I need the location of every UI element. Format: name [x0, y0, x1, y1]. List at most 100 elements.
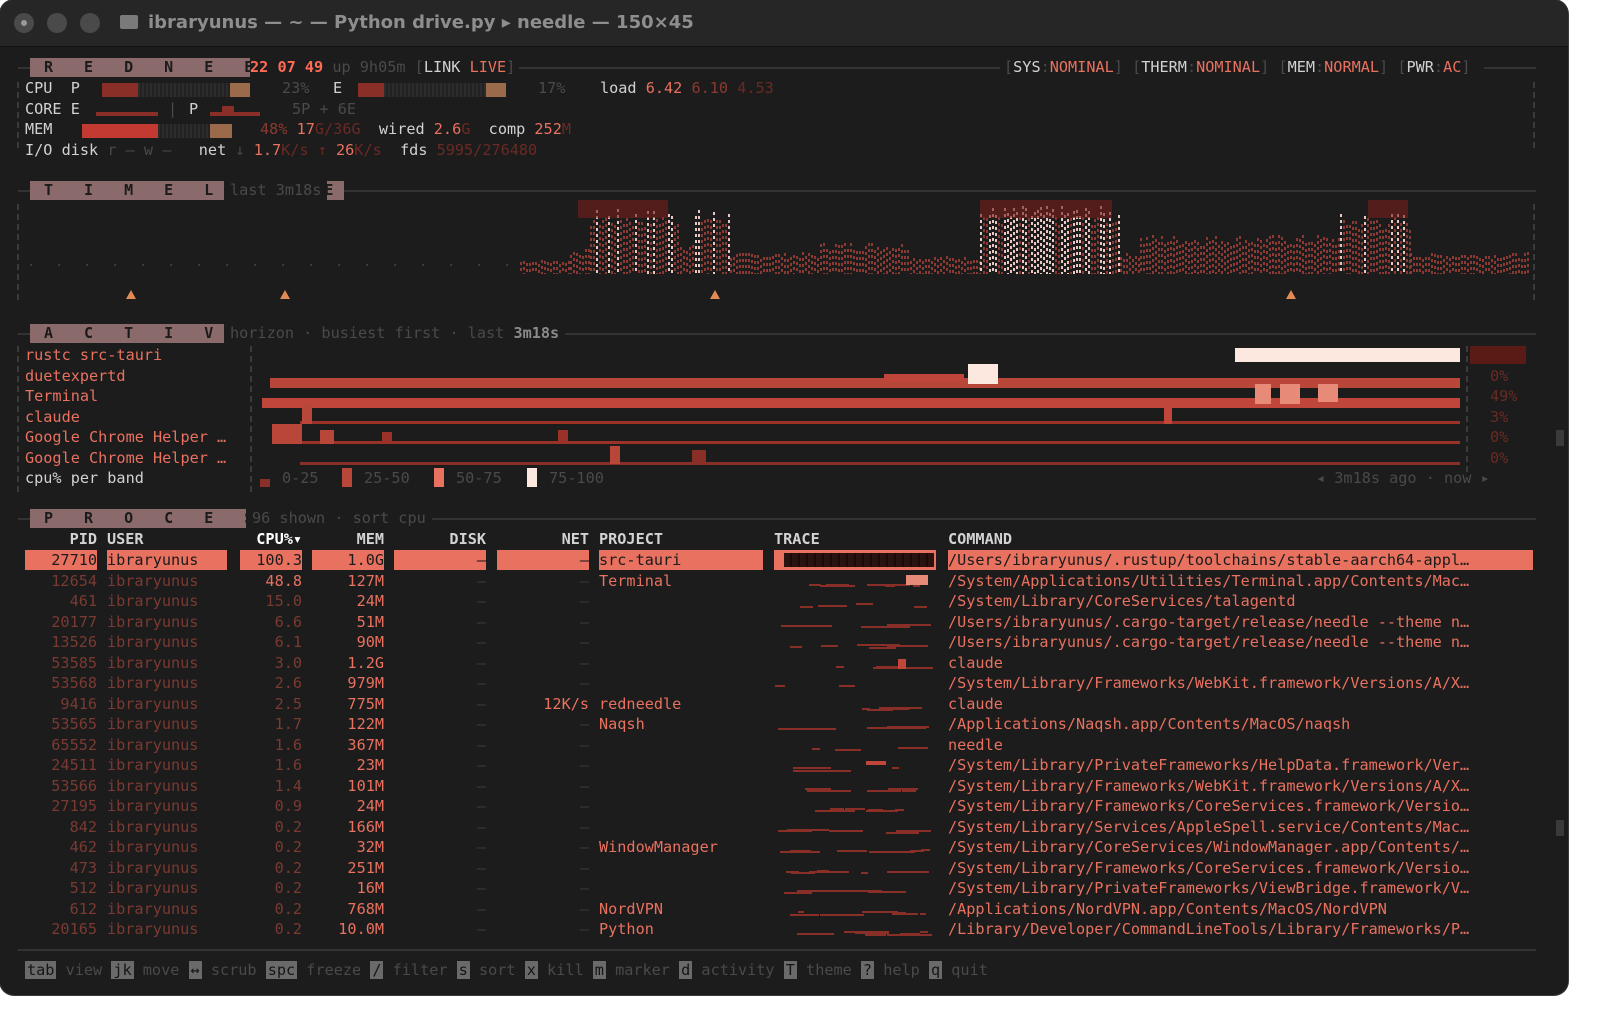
- column-header-net[interactable]: NET: [497, 529, 589, 549]
- scrollbar-thumb[interactable]: [1556, 820, 1564, 836]
- timeline-column: [1394, 217, 1396, 274]
- timeline-column: [535, 262, 537, 274]
- column-header-trace[interactable]: TRACE: [774, 529, 936, 549]
- table-row[interactable]: 27195 ibraryunus 0.9 24M – – /System/Library/F…: [0, 796, 1540, 816]
- cell-cpu: 1.7: [274, 715, 302, 733]
- column-header-pid[interactable]: PID: [25, 529, 97, 549]
- cell-project: redneedle: [599, 694, 682, 713]
- activity-process-name[interactable]: Terminal: [25, 386, 98, 406]
- activity-process-name[interactable]: claude: [25, 407, 80, 427]
- activity-process-name[interactable]: duetexpertd: [25, 366, 126, 386]
- key-help[interactable]: ?: [860, 961, 875, 979]
- table-row[interactable]: 473 ibraryunus 0.2 251M – – /System/Library/Fr…: [0, 858, 1540, 878]
- trace-segment: [784, 892, 812, 894]
- time-hint: ◂ 3m18s ago · now ▸: [1316, 469, 1490, 487]
- timeline-column: [865, 246, 867, 274]
- timeline-dot: [58, 264, 60, 266]
- timeline-column: [1149, 243, 1151, 274]
- table-row[interactable]: 512 ibraryunus 0.2 16M – – /System/Library/Pri…: [0, 878, 1540, 898]
- timeline-column: [1491, 259, 1493, 274]
- table-row[interactable]: 461 ibraryunus 15.0 24M – – /System/Library/Co…: [0, 591, 1540, 611]
- zoom-button[interactable]: [80, 13, 100, 33]
- cell-net: –: [579, 838, 589, 856]
- timeline-column: [1410, 253, 1412, 274]
- band-swatch: [342, 468, 352, 487]
- column-header-command[interactable]: COMMAND: [948, 529, 1533, 549]
- key-marker[interactable]: m: [592, 961, 606, 979]
- cell-mem: 24M: [356, 797, 384, 815]
- key-activity[interactable]: d: [679, 961, 693, 979]
- table-row[interactable]: 53585 ibraryunus 3.0 1.2G – – claude: [0, 653, 1540, 673]
- cell-net: –: [497, 550, 589, 570]
- column-header-user[interactable]: USER: [107, 529, 227, 549]
- table-row[interactable]: 24511 ibraryunus 1.6 23M – – /System/Library/P…: [0, 755, 1540, 775]
- table-row[interactable]: 9416 ibraryunus 2.5 775M – 12K/s redneedle clau…: [0, 694, 1540, 714]
- timeline-column: [1215, 236, 1217, 274]
- column-header-project[interactable]: PROJECT: [599, 529, 763, 549]
- timeline-column: [883, 249, 885, 274]
- timeline-column: [859, 251, 861, 274]
- table-row[interactable]: 53568 ibraryunus 2.6 979M – – /System/Library/…: [0, 673, 1540, 693]
- timeline-column: [1485, 256, 1487, 274]
- key-move[interactable]: jk: [111, 961, 134, 979]
- key-scrub[interactable]: ↔: [188, 961, 202, 979]
- activity-process-name[interactable]: Google Chrome Helper …: [25, 448, 226, 468]
- table-row[interactable]: 13526 ibraryunus 6.1 90M – – /Users/ibraryunus…: [0, 632, 1540, 652]
- key-quit[interactable]: q: [928, 961, 943, 979]
- activity-pct: 0%: [1490, 366, 1509, 385]
- key-label-filter: filter: [392, 961, 448, 979]
- trace-segment: [793, 767, 831, 769]
- table-row[interactable]: 53565 ibraryunus 1.7 122M – – Naqsh/Applicatio…: [0, 714, 1540, 734]
- trace-fill: [784, 553, 934, 567]
- marker-icon[interactable]: [280, 290, 290, 299]
- marker-icon[interactable]: [126, 290, 136, 299]
- timeline-column: [710, 220, 712, 274]
- marker-icon[interactable]: [1286, 290, 1296, 299]
- minimize-button[interactable]: [47, 13, 67, 33]
- activity-process-name[interactable]: rustc src-tauri: [25, 345, 162, 365]
- table-row[interactable]: 12654 ibraryunus 48.8 127M – – Terminal/System…: [0, 571, 1540, 591]
- column-header-mem[interactable]: MEM: [312, 529, 384, 549]
- key-freeze[interactable]: spc: [265, 961, 298, 979]
- activity-process-name[interactable]: Google Chrome Helper …: [25, 427, 226, 447]
- timeline-column: [562, 262, 564, 274]
- timeline-column: [925, 259, 927, 274]
- trace-segment: [807, 789, 851, 792]
- table-row[interactable]: 27710 ibraryunus 100.3 1.0G – – src-tauri/User…: [0, 550, 1540, 570]
- marker-icon[interactable]: [710, 290, 720, 299]
- trace-sparkline: [774, 612, 936, 632]
- table-row[interactable]: 53566 ibraryunus 1.4 101M – – /System/Library/…: [0, 776, 1540, 796]
- cell-pid: 27710: [25, 550, 97, 570]
- cell-disk: –: [476, 920, 486, 938]
- activity-hotspot: [968, 364, 998, 384]
- wired-label: wired: [378, 120, 425, 138]
- key-sort[interactable]: s: [456, 961, 470, 979]
- timeline-column: [570, 255, 572, 274]
- scrollbar-thumb[interactable]: [1556, 430, 1564, 446]
- key-theme[interactable]: T: [783, 961, 797, 979]
- timeline-highlight: [980, 200, 1112, 218]
- column-header-cpu[interactable]: CPU%▾: [240, 529, 302, 549]
- close-button[interactable]: [14, 13, 34, 33]
- timeline-column: [593, 220, 595, 274]
- cell-net: 12K/s: [543, 694, 589, 713]
- timeline-highlight: [578, 200, 668, 218]
- column-header-disk[interactable]: DISK: [394, 529, 486, 549]
- trace-segment: [913, 584, 920, 587]
- table-row[interactable]: 612 ibraryunus 0.2 768M – – NordVPN/Applicatio…: [0, 899, 1540, 919]
- table-row[interactable]: 842 ibraryunus 0.2 166M – – /System/Library/Se…: [0, 817, 1540, 837]
- table-row[interactable]: 65552 ibraryunus 1.6 367M – – needle: [0, 735, 1540, 755]
- table-row[interactable]: 462 ibraryunus 0.2 32M – – WindowManager/Syste…: [0, 837, 1540, 857]
- key-view[interactable]: tab: [25, 961, 57, 979]
- key-kill[interactable]: x: [524, 961, 538, 979]
- timeline-column: [1200, 246, 1202, 274]
- timeline-column: [626, 218, 628, 274]
- cell-user: ibraryunus: [107, 653, 199, 672]
- table-row[interactable]: 20177 ibraryunus 6.6 51M – – /Users/ibraryunus…: [0, 612, 1540, 632]
- trace-segment: [895, 809, 904, 811]
- key-filter[interactable]: /: [370, 961, 384, 979]
- table-row[interactable]: 20165 ibraryunus 0.2 10.0M – – Python/Library/…: [0, 919, 1540, 939]
